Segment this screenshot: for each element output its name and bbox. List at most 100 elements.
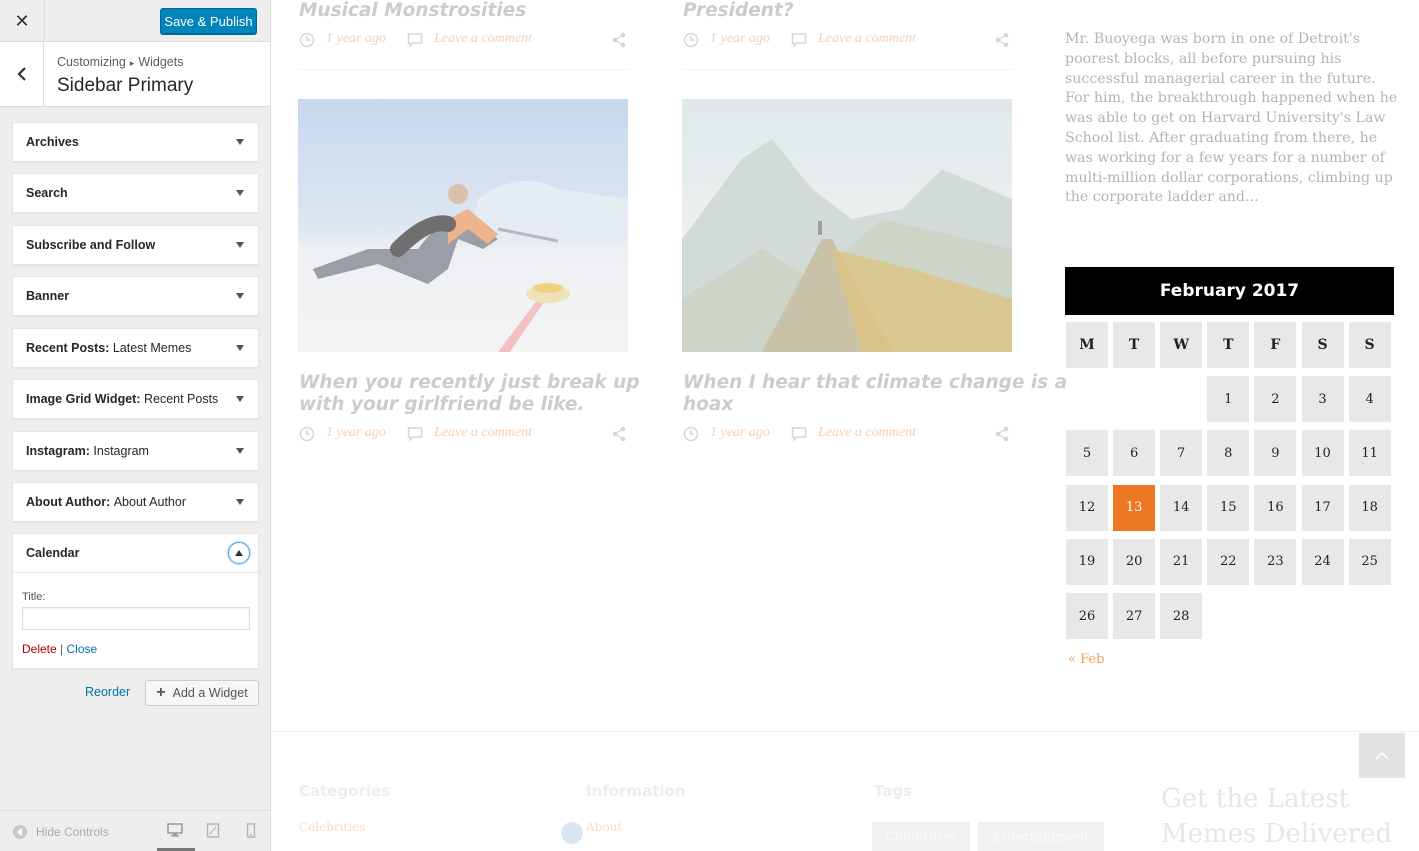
caret-down-icon[interactable] — [236, 190, 244, 196]
caret-down-icon[interactable] — [236, 396, 244, 402]
post-title-line: When you recently just break up — [299, 372, 640, 393]
footer-tag[interactable]: Entertainment — [978, 822, 1104, 851]
chevron-up-icon — [1375, 751, 1389, 760]
calendar-weekday: T — [1113, 322, 1156, 368]
close-widget-link[interactable]: Close — [67, 642, 98, 656]
calendar-weekday: M — [1066, 322, 1108, 368]
reorder-link[interactable]: Reorder — [85, 685, 130, 699]
calendar-day[interactable]: 6 — [1113, 430, 1156, 477]
calendar-day[interactable]: 14 — [1160, 484, 1203, 531]
calendar-day-today[interactable]: 13 — [1113, 484, 1156, 531]
widget-banner[interactable]: Banner — [12, 276, 259, 316]
calendar-day[interactable]: 23 — [1254, 538, 1297, 585]
calendar-day[interactable]: 16 — [1254, 484, 1297, 531]
footer-category-link[interactable]: Celebrities — [299, 820, 365, 834]
calendar-day[interactable]: 17 — [1301, 484, 1344, 531]
post-thumbnail[interactable] — [298, 99, 628, 352]
calendar-day[interactable]: 7 — [1160, 430, 1203, 477]
caret-down-icon[interactable] — [236, 139, 244, 145]
footer-categories-heading: Categories — [299, 782, 391, 800]
calendar-day[interactable]: 26 — [1066, 593, 1108, 639]
calendar-day[interactable]: 20 — [1113, 538, 1156, 585]
widget-subscribe-follow[interactable]: Subscribe and Follow — [12, 225, 259, 265]
post-comment-link[interactable]: Leave a comment — [818, 425, 916, 441]
share-icon[interactable] — [611, 32, 627, 48]
plus-icon: + — [156, 684, 166, 701]
calendar-day[interactable]: 10 — [1301, 430, 1344, 477]
calendar-day[interactable]: 8 — [1207, 430, 1250, 477]
calendar-day[interactable]: 21 — [1160, 538, 1203, 585]
calendar-day[interactable]: 18 — [1348, 484, 1391, 531]
post-comment-link[interactable]: Leave a comment — [818, 31, 916, 47]
calendar-day[interactable]: 4 — [1348, 376, 1391, 423]
caret-down-icon[interactable] — [236, 448, 244, 454]
caret-down-icon[interactable] — [236, 499, 244, 505]
widget-recent-posts[interactable]: Recent Posts: Latest Memes — [12, 328, 259, 368]
collapse-widget-button[interactable] — [228, 542, 250, 564]
save-publish-button[interactable]: Save & Publish — [160, 8, 257, 34]
calendar-day[interactable]: 22 — [1207, 538, 1250, 585]
title-field-label: Title: — [22, 591, 46, 603]
newsletter-heading: Get the Latest Memes Delivered — [1161, 784, 1393, 849]
calendar-day[interactable]: 3 — [1301, 376, 1344, 423]
post-thumbnail[interactable] — [682, 99, 1012, 352]
post-comment-link[interactable]: Leave a comment — [434, 31, 532, 47]
section-title: Sidebar Primary — [57, 75, 194, 96]
calendar-day[interactable]: 1 — [1207, 376, 1250, 423]
calendar-day[interactable]: 2 — [1254, 376, 1297, 423]
site-preview: Musical Monstrosities 1 year ago Leave a… — [271, 0, 1419, 851]
post-time[interactable]: 1 year ago — [710, 31, 770, 47]
share-icon[interactable] — [994, 426, 1010, 442]
calendar-day[interactable]: 12 — [1066, 484, 1108, 531]
post-title[interactable]: President? — [683, 0, 794, 22]
mobile-preview-icon[interactable] — [246, 823, 256, 838]
widget-instagram[interactable]: Instagram: Instagram — [12, 431, 259, 471]
caret-down-icon[interactable] — [236, 345, 244, 351]
post-comment-link[interactable]: Leave a comment — [434, 425, 532, 441]
widget-title: About Author: About Author — [26, 495, 186, 509]
widget-calendar-header[interactable]: Calendar — [13, 534, 258, 573]
delete-widget-link[interactable]: Delete — [22, 642, 57, 656]
calendar-day[interactable]: 24 — [1301, 538, 1344, 585]
calendar-day[interactable]: 28 — [1160, 593, 1203, 639]
add-widget-button[interactable]: + Add a Widget — [145, 680, 259, 706]
caret-down-icon[interactable] — [236, 242, 244, 248]
calendar-day[interactable]: 27 — [1113, 593, 1156, 639]
widget-search[interactable]: Search — [12, 173, 259, 213]
widget-about-author[interactable]: About Author: About Author — [12, 482, 259, 522]
widget-archives[interactable]: Archives — [12, 122, 259, 162]
scroll-to-top-button[interactable] — [1359, 733, 1405, 778]
post-time[interactable]: 1 year ago — [710, 425, 770, 441]
close-customizer-button[interactable]: ✕ — [0, 0, 45, 42]
comment-icon — [791, 427, 807, 442]
desktop-preview-icon[interactable] — [167, 823, 183, 837]
calendar-prev-link[interactable]: « Feb — [1068, 652, 1104, 667]
post-divider — [299, 69, 629, 70]
title-field[interactable] — [22, 607, 250, 630]
calendar-day[interactable]: 5 — [1066, 430, 1108, 477]
post-time[interactable]: 1 year ago — [326, 31, 386, 47]
widget-image-grid[interactable]: Image Grid Widget: Recent Posts — [12, 379, 259, 419]
calendar-day[interactable]: 11 — [1348, 430, 1391, 477]
share-icon[interactable] — [611, 426, 627, 442]
hide-controls-button[interactable]: Hide Controls — [13, 825, 109, 839]
caret-down-icon[interactable] — [236, 293, 244, 299]
calendar-day[interactable]: 25 — [1348, 538, 1391, 585]
post-title[interactable]: When I hear that climate change is a hoax — [683, 372, 1067, 416]
customizer-footer: Hide Controls — [0, 810, 270, 851]
comment-icon — [407, 33, 423, 48]
back-button[interactable] — [0, 42, 44, 106]
footer-information-link[interactable]: About — [586, 820, 622, 834]
tablet-preview-icon[interactable] — [206, 823, 220, 838]
post-time[interactable]: 1 year ago — [326, 425, 386, 441]
calendar-day[interactable]: 9 — [1254, 430, 1297, 477]
calendar-day[interactable]: 19 — [1066, 538, 1108, 585]
post-title[interactable]: When you recently just break up with your… — [299, 372, 640, 416]
footer-tag[interactable]: Celebrities — [872, 822, 970, 851]
caret-up-icon — [235, 550, 243, 556]
customizer-panel: ✕ Save & Publish Customizing ▸ Widgets Sid… — [0, 0, 271, 851]
footer-information-heading: Information — [586, 782, 686, 800]
post-title[interactable]: Musical Monstrosities — [299, 0, 526, 22]
share-icon[interactable] — [994, 32, 1010, 48]
calendar-day[interactable]: 15 — [1207, 484, 1250, 531]
